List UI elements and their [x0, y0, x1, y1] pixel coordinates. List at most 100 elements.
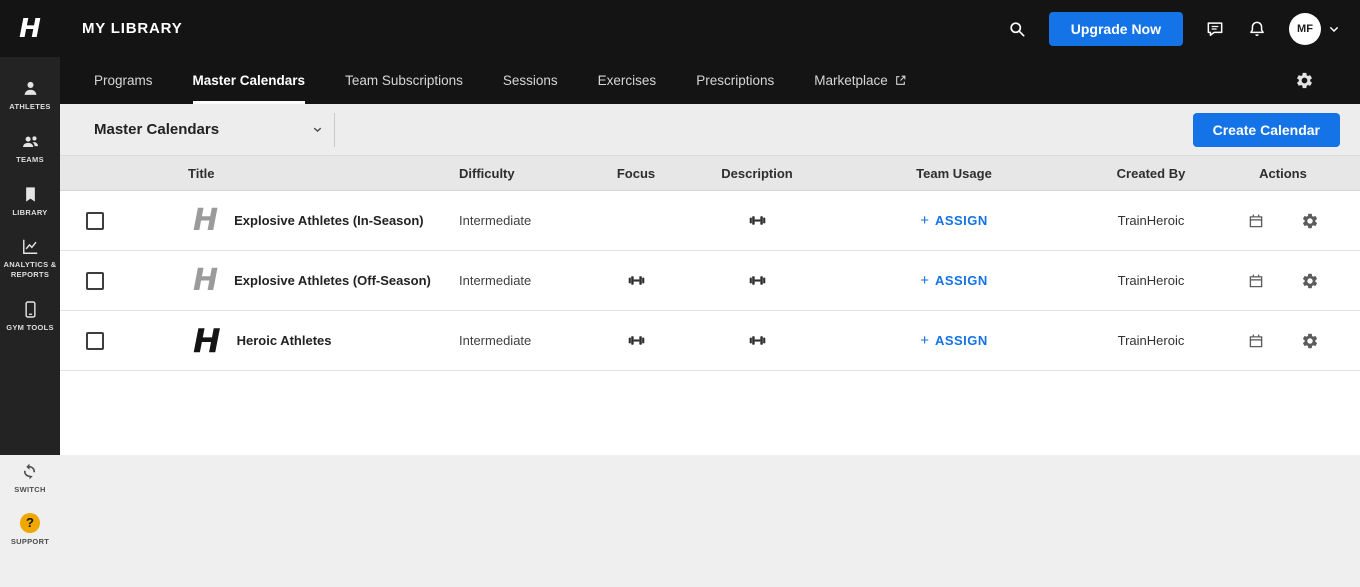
- assign-label: ASSIGN: [934, 213, 988, 228]
- create-calendar-button[interactable]: Create Calendar: [1192, 112, 1340, 147]
- dumbbell-icon[interactable]: [628, 272, 645, 289]
- tab-exercises[interactable]: Exercises: [598, 57, 657, 104]
- library-settings-button[interactable]: [1295, 71, 1314, 90]
- calendar-type-dropdown[interactable]: Master Calendars: [94, 121, 334, 138]
- topbar-actions: Upgrade Now MF: [1007, 11, 1342, 46]
- column-header-description: Description: [721, 165, 793, 181]
- gear-icon: [1302, 213, 1318, 228]
- difficulty-value: Intermediate: [459, 273, 532, 288]
- dumbbell-icon[interactable]: [628, 332, 645, 349]
- assign-button[interactable]: + ASSIGN: [812, 332, 1096, 349]
- row-settings-button[interactable]: [1301, 212, 1319, 230]
- created-by-value: TrainHeroic: [1117, 213, 1185, 228]
- chevron-down-icon[interactable]: [1326, 21, 1342, 37]
- support-button[interactable]: ? SUPPORT: [10, 512, 50, 547]
- tab-team-subscriptions[interactable]: Team Subscriptions: [345, 57, 463, 104]
- table-row[interactable]: H Explosive Athletes (Off-Season) Interm…: [60, 251, 1360, 311]
- sidebar-item-gym-tools[interactable]: GYM TOOLS: [0, 290, 60, 343]
- column-header-team-usage: Team Usage: [916, 165, 992, 181]
- column-header-focus: Focus: [616, 165, 656, 181]
- plus-icon: +: [920, 272, 929, 289]
- dumbbell-icon[interactable]: [749, 272, 766, 289]
- calendar-icon: [1249, 274, 1263, 287]
- messages-button[interactable]: [1205, 19, 1225, 39]
- plus-icon: +: [920, 332, 929, 349]
- athlete-icon: [24, 81, 36, 95]
- calendar-title: Explosive Athletes (In-Season): [234, 213, 424, 228]
- home-logo-button[interactable]: H: [0, 0, 60, 57]
- schedule-calendar-button[interactable]: [1247, 212, 1265, 230]
- calendar-type-value: Master Calendars: [94, 121, 220, 138]
- dumbbell-icon[interactable]: [749, 212, 766, 229]
- sidebar-item-label: SUPPORT: [10, 536, 50, 546]
- main-column: MY LIBRARY Upgrade Now MF Programs Maste…: [60, 0, 1360, 455]
- gear-icon: [1302, 273, 1318, 288]
- difficulty-value: Intermediate: [459, 213, 532, 228]
- dumbbell-icon[interactable]: [749, 332, 766, 349]
- calendar-title: Heroic Athletes: [236, 333, 332, 348]
- row-checkbox[interactable]: [86, 331, 104, 350]
- table-footer-space: [60, 371, 1360, 455]
- bell-icon: [1250, 21, 1264, 36]
- assign-button[interactable]: + ASSIGN: [812, 212, 1096, 229]
- schedule-calendar-button[interactable]: [1247, 332, 1265, 350]
- chevron-down-icon: [313, 127, 322, 133]
- chat-icon: [1207, 21, 1223, 36]
- tab-label: Prescriptions: [696, 73, 775, 88]
- sidebar-item-label: ATHLETES: [9, 102, 51, 111]
- sidebar-item-athletes[interactable]: ATHLETES: [0, 69, 60, 122]
- tab-programs[interactable]: Programs: [94, 57, 153, 104]
- difficulty-value: Intermediate: [459, 333, 532, 348]
- created-by-value: TrainHeroic: [1117, 273, 1185, 288]
- column-header-difficulty: Difficulty: [459, 165, 515, 181]
- upgrade-now-button[interactable]: Upgrade Now: [1048, 11, 1183, 46]
- tab-label: Master Calendars: [192, 73, 306, 88]
- row-checkbox[interactable]: [86, 271, 104, 290]
- switch-icon: [24, 463, 36, 480]
- trainheroic-logo: H: [193, 321, 221, 360]
- page-title: MY LIBRARY: [82, 20, 183, 37]
- tab-label: Team Subscriptions: [345, 73, 463, 88]
- tab-label: Programs: [94, 73, 153, 88]
- sidebar-item-label: SWITCH: [14, 485, 46, 494]
- gear-icon: [1302, 333, 1318, 348]
- switch-account-button[interactable]: SWITCH: [14, 462, 45, 495]
- trainheroic-logo: H: [193, 202, 219, 238]
- row-settings-button[interactable]: [1301, 272, 1319, 290]
- trainheroic-logo: H: [19, 13, 41, 44]
- sidebar-item-library[interactable]: LIBRARY: [0, 175, 60, 228]
- library-nav: Programs Master Calendars Team Subscript…: [60, 57, 1360, 104]
- table-row[interactable]: H Heroic Athletes Intermediate + ASSIGN …: [60, 311, 1360, 371]
- tab-marketplace[interactable]: Marketplace: [814, 57, 907, 104]
- calendar-toolbar: Master Calendars Create Calendar: [60, 104, 1360, 155]
- sidebar-item-label: GYM TOOLS: [6, 322, 54, 332]
- library-icon: [25, 186, 35, 202]
- assign-button[interactable]: + ASSIGN: [812, 272, 1096, 289]
- tab-master-calendars[interactable]: Master Calendars: [192, 57, 306, 104]
- notifications-button[interactable]: [1247, 19, 1267, 39]
- app-root: MY LIBRARY Upgrade Now MF Programs Maste…: [0, 0, 1360, 587]
- sidebar-item-label: ANALYTICS & REPORTS: [3, 260, 57, 279]
- teams-icon: [22, 136, 38, 147]
- assign-label: ASSIGN: [934, 333, 988, 348]
- sidebar-item-analytics-reports[interactable]: ANALYTICS & REPORTS: [0, 227, 60, 290]
- table-row[interactable]: H Explosive Athletes (In-Season) Interme…: [60, 191, 1360, 251]
- avatar[interactable]: MF: [1289, 12, 1321, 45]
- row-checkbox[interactable]: [86, 211, 104, 230]
- tab-prescriptions[interactable]: Prescriptions: [696, 57, 774, 104]
- external-link-icon: [895, 75, 906, 85]
- assign-label: ASSIGN: [934, 273, 988, 288]
- sidebar-item-label: LIBRARY: [12, 207, 48, 217]
- search-button[interactable]: [1007, 19, 1027, 39]
- sidebar-bottom: SWITCH ? SUPPORT: [0, 462, 60, 547]
- account-menu[interactable]: MF: [1289, 12, 1342, 45]
- tab-sessions[interactable]: Sessions: [503, 57, 558, 104]
- table-header-row: Title Difficulty Focus Description Team …: [60, 155, 1360, 191]
- sidebar-item-teams[interactable]: TEAMS: [0, 122, 60, 175]
- topbar: MY LIBRARY Upgrade Now MF: [60, 0, 1360, 57]
- search-icon: [1010, 21, 1025, 37]
- tab-label: Exercises: [597, 73, 657, 88]
- schedule-calendar-button[interactable]: [1247, 272, 1265, 290]
- sidebar: H ATHLETES TEAMS LIBRARY ANALYTICS & REP…: [0, 0, 60, 455]
- row-settings-button[interactable]: [1301, 332, 1319, 350]
